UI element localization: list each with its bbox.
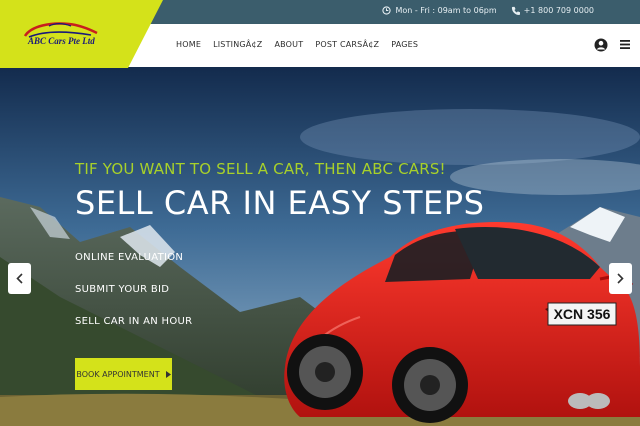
hamburger-menu-icon[interactable] (620, 40, 630, 49)
slider-prev-button[interactable] (8, 263, 31, 294)
phone-item[interactable]: +1 800 709 0000 (511, 6, 594, 15)
step-sell-car: SELL CAR IN AN HOUR (75, 316, 193, 327)
chevron-left-icon (16, 273, 23, 284)
hours-item: Mon - Fri : 09am to 06pm (382, 6, 497, 15)
hero-headline: SELL CAR IN EASY STEPS (75, 184, 485, 222)
book-appointment-label: BOOK APPOINTMENT (76, 369, 160, 379)
business-hours: Mon - Fri : 09am to 06pm (395, 6, 497, 15)
contact-info: Mon - Fri : 09am to 06pm +1 800 709 0000 (382, 6, 594, 15)
clock-icon (382, 6, 392, 15)
logo-text: ABC Cars Pte Ltd (28, 36, 95, 46)
chevron-right-icon (165, 370, 171, 378)
slider-next-button[interactable] (609, 263, 632, 294)
step-online-evaluation: ONLINE EVALUATION (75, 252, 184, 263)
chevron-right-icon (617, 273, 624, 284)
hero-tagline: TIF YOU WANT TO SELL A CAR, THEN ABC CAR… (75, 160, 446, 178)
nav-item-pages[interactable]: PAGES (391, 40, 418, 49)
user-account-icon[interactable] (594, 38, 608, 52)
step-submit-bid: SUBMIT YOUR BID (75, 284, 170, 295)
license-plate: XCN 356 (554, 306, 611, 322)
hero-steps: ONLINE EVALUATION SUBMIT YOUR BID SELL C… (75, 252, 192, 348)
phone-icon (511, 6, 520, 15)
primary-nav: HOME LISTINGÂ¢Z ABOUT POST CARSÂ¢Z PAGES (176, 40, 418, 49)
nav-item-about[interactable]: ABOUT (274, 40, 303, 49)
book-appointment-button[interactable]: BOOK APPOINTMENT (75, 358, 172, 390)
nav-item-post-cars[interactable]: POST CARSÂ¢Z (315, 40, 379, 49)
phone-number[interactable]: +1 800 709 0000 (524, 6, 594, 15)
nav-item-listing[interactable]: LISTINGÂ¢Z (213, 40, 262, 49)
nav-item-home[interactable]: HOME (176, 40, 201, 49)
